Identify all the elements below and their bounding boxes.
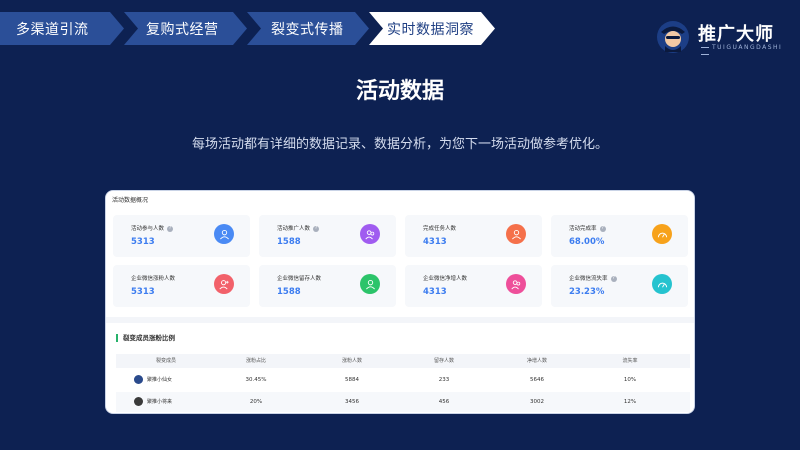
member-name: 聚推小将来 xyxy=(147,399,173,405)
metric-value: 1588 xyxy=(277,287,301,297)
page-subtitle: 每场活动都有详细的数据记录、数据分析，为您下一场活动做参考优化。 xyxy=(191,137,608,152)
step-repurchase[interactable]: 复购式经营 xyxy=(124,12,247,45)
overview-title: 活动数据概况 xyxy=(112,197,149,204)
column-header: 涨粉占比 xyxy=(245,358,266,364)
gauge-icon xyxy=(652,224,672,244)
member-cell: 聚推小将来 xyxy=(134,397,172,406)
net-cell: 5646 xyxy=(530,377,544,383)
gain-cell: 5884 xyxy=(345,377,359,383)
metric-label: 企业微信净增人数 xyxy=(423,274,467,282)
user-icon xyxy=(360,274,380,294)
metric-label-text: 企业微信流失率 xyxy=(569,276,608,282)
column-header: 涨粉人数 xyxy=(341,358,362,364)
column-header: 留存人数 xyxy=(433,358,454,364)
brand-subtitle: TUIGUANGDASHI xyxy=(698,44,786,58)
dashboard-screenshot: 活动数据概况 活动参与人数? 5313 活动推广人数? 1588 完成任务人数 4313 活… xyxy=(105,190,695,414)
users-icon xyxy=(506,274,526,294)
section-title: 裂变成员涨粉比例 xyxy=(116,334,175,342)
metric-label-text: 活动推广人数 xyxy=(277,226,311,232)
metric-card: 活动完成率? 68.00% xyxy=(551,215,688,257)
metric-card: 企业微信涨粉人数 5313 xyxy=(113,265,250,307)
user-check-icon xyxy=(506,224,526,244)
metric-card: 活动参与人数? 5313 xyxy=(113,215,250,257)
metric-label-text: 活动参与人数 xyxy=(131,226,165,232)
metric-label-text: 企业微信净增人数 xyxy=(423,276,468,282)
step-fission[interactable]: 裂变式传播 xyxy=(247,12,369,45)
net-cell: 3002 xyxy=(530,399,544,405)
metric-label: 活动完成率? xyxy=(569,224,606,232)
metric-card: 活动推广人数? 1588 xyxy=(259,215,396,257)
loss-cell: 10% xyxy=(623,377,637,383)
step-nav: 多渠道引流 复购式经营 裂变式传播 实时数据洞察 xyxy=(0,12,500,45)
column-header: 流失率 xyxy=(622,358,638,364)
column-header: 裂变成员 xyxy=(155,358,176,364)
help-icon[interactable]: ? xyxy=(313,225,320,232)
loss-cell: 12% xyxy=(623,399,637,405)
metric-label-text: 企业微信涨粉人数 xyxy=(131,276,176,282)
metric-label: 企业微信流失率? xyxy=(569,274,617,282)
retained-cell: 233 xyxy=(438,377,450,383)
metric-value: 23.23% xyxy=(569,287,605,297)
metric-value: 4313 xyxy=(423,287,447,297)
metric-card: 企业微信留存人数 1588 xyxy=(259,265,396,307)
brand-name: 推广大师 xyxy=(698,24,774,45)
metric-label-text: 活动完成率 xyxy=(569,226,597,232)
step-channels[interactable]: 多渠道引流 xyxy=(0,12,124,45)
user-icon xyxy=(214,224,234,244)
page-title: 活动数据 xyxy=(355,79,444,104)
overview-area: 活动数据概况 活动参与人数? 5313 活动推广人数? 1588 完成任务人数 4313 活… xyxy=(106,191,694,317)
mascot-icon xyxy=(657,21,689,53)
member-name: 聚推小仙女 xyxy=(147,377,173,383)
metric-label-text: 企业微信留存人数 xyxy=(277,276,322,282)
table-row[interactable]: 聚推小仙女 30.45% 5884 233 5646 10% xyxy=(116,370,690,390)
metric-label: 活动推广人数? xyxy=(277,224,320,232)
help-icon[interactable]: ? xyxy=(167,225,174,232)
metric-card: 完成任务人数 4313 xyxy=(405,215,542,257)
step-label: 多渠道引流 xyxy=(16,21,89,38)
member-cell: 聚推小仙女 xyxy=(134,375,172,384)
metric-card: 企业微信流失率? 23.23% xyxy=(551,265,688,307)
column-header: 净增人数 xyxy=(526,358,547,364)
metric-value: 1588 xyxy=(277,237,301,247)
metric-label: 企业微信涨粉人数 xyxy=(131,274,175,282)
metric-label: 完成任务人数 xyxy=(423,224,456,232)
avatar xyxy=(134,375,143,384)
gain-cell: 3456 xyxy=(345,399,359,405)
help-icon[interactable]: ? xyxy=(599,225,606,232)
step-label: 裂变式传播 xyxy=(271,21,344,38)
metric-card: 企业微信净增人数 4313 xyxy=(405,265,542,307)
step-label: 实时数据洞察 xyxy=(387,21,474,38)
users-icon xyxy=(360,224,380,244)
step-insights[interactable]: 实时数据洞察 xyxy=(369,12,495,45)
metric-value: 4313 xyxy=(423,237,447,247)
ratio-cell: 30.45% xyxy=(245,377,267,383)
help-icon[interactable]: ? xyxy=(610,275,617,282)
metric-label-text: 完成任务人数 xyxy=(423,226,457,232)
metric-value: 5313 xyxy=(131,237,155,247)
retained-cell: 456 xyxy=(438,399,450,405)
avatar xyxy=(134,397,143,406)
gauge-icon xyxy=(652,274,672,294)
metric-label: 活动参与人数? xyxy=(131,224,174,232)
table-row[interactable]: 聚推小将来 20% 3456 456 3002 12% xyxy=(116,392,690,412)
user-plus-icon xyxy=(214,274,234,294)
table-header: 裂变成员 涨粉占比 涨粉人数 留存人数 净增人数 流失率 xyxy=(116,354,690,368)
metric-label: 企业微信留存人数 xyxy=(277,274,321,282)
step-label: 复购式经营 xyxy=(146,21,219,38)
ratio-cell: 20% xyxy=(249,399,263,405)
brand-logo: 推广大师 TUIGUANGDASHI xyxy=(656,18,786,58)
metric-value: 5313 xyxy=(131,287,155,297)
member-table-section: 裂变成员涨粉比例 裂变成员 涨粉占比 涨粉人数 留存人数 净增人数 流失率 聚推… xyxy=(106,323,694,413)
metric-value: 68.00% xyxy=(569,237,605,247)
